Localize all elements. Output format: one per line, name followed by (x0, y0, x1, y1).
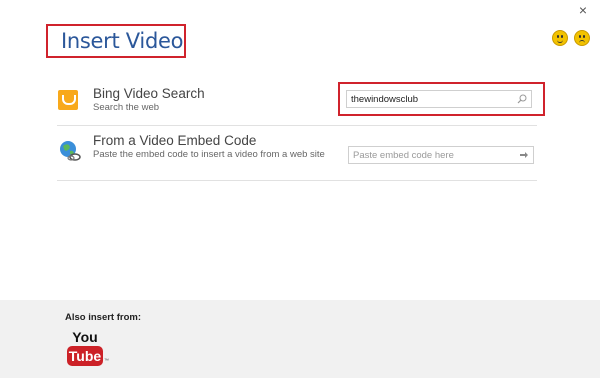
also-insert-label: Also insert from: (65, 312, 142, 323)
magnifier-icon[interactable] (517, 94, 527, 104)
frown-icon[interactable] (574, 30, 590, 46)
smile-icon[interactable] (552, 30, 568, 46)
embed-code-input[interactable] (353, 148, 513, 162)
feedback-group (552, 30, 590, 46)
insert-video-dialog: × Insert Video Bing Video Search Search … (0, 0, 600, 378)
bing-search-title: Bing Video Search (93, 86, 205, 101)
youtube-logo-you: You (72, 329, 98, 345)
bing-icon (58, 90, 78, 110)
youtube-button[interactable]: You Tube ™ (67, 328, 109, 372)
embed-code-title: From a Video Embed Code (93, 133, 257, 148)
close-button[interactable]: × (576, 3, 590, 17)
youtube-logo-tube: Tube (67, 346, 103, 366)
also-insert-footer: Also insert from: You Tube ™ (0, 300, 600, 378)
bing-search-subtitle: Search the web (93, 102, 160, 113)
embed-code-subtitle: Paste the embed code to insert a video f… (93, 149, 325, 160)
embed-code-field[interactable] (348, 146, 534, 164)
bing-search-input[interactable] (351, 92, 511, 106)
bing-search-field[interactable] (346, 90, 532, 108)
arrow-right-icon[interactable] (519, 150, 529, 160)
youtube-trademark: ™ (104, 358, 109, 364)
globe-icon (60, 141, 81, 161)
dialog-title: Insert Video (61, 29, 184, 53)
